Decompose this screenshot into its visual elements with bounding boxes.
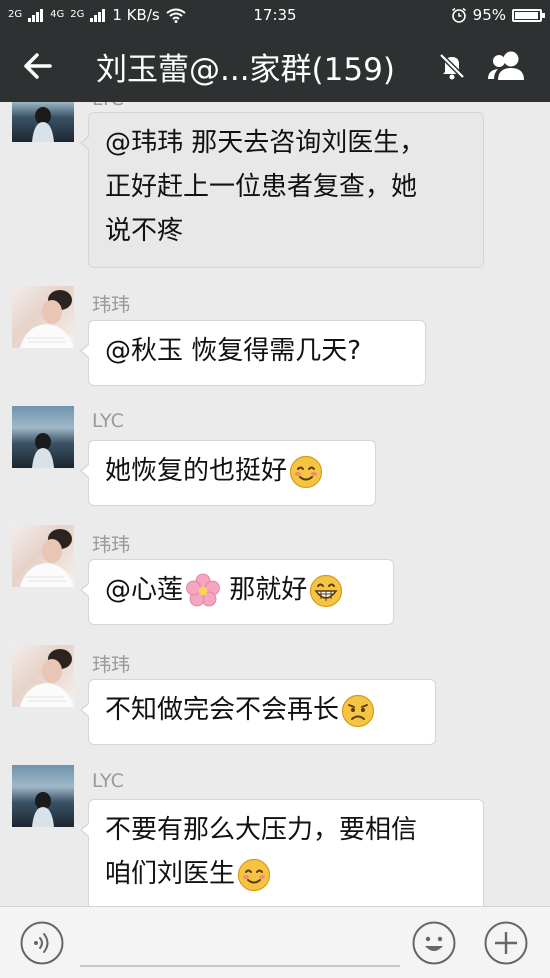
sender-name: 玮玮 (92, 294, 131, 316)
message-line: 她恢复的也挺好 (105, 456, 288, 486)
alarm-icon (451, 7, 466, 23)
voice-button[interactable] (20, 921, 64, 965)
more-button[interactable] (484, 921, 528, 965)
arrow-left-icon (24, 53, 52, 79)
avatar[interactable] (12, 406, 74, 468)
sender-name: LYC (92, 102, 124, 110)
emoji-icon (412, 921, 456, 965)
flower-emoji-icon (186, 573, 220, 606)
voice-icon (20, 921, 64, 965)
message-bubble[interactable]: @心莲 那就好 (80, 559, 394, 625)
avatar[interactable] (12, 645, 74, 707)
message-line: 不要有那么大压力，要相信 (105, 815, 418, 845)
smile-emoji-icon (289, 455, 323, 488)
message-line: 正好赶上一位患者复查，她 (105, 172, 418, 202)
back-button[interactable] (18, 46, 58, 86)
status-right: 95% (451, 6, 545, 24)
avatar-photo-icon (32, 107, 54, 142)
battery-percent: 95% (472, 6, 506, 24)
avatar-photo-icon (32, 792, 54, 827)
message-bubble[interactable]: 不要有那么大压力，要相信 咱们刘医生 (80, 799, 484, 906)
avatar-photo-icon (32, 433, 54, 468)
plus-icon (484, 921, 528, 965)
message-bubble[interactable]: 她恢复的也挺好 (80, 440, 376, 506)
message-bubble[interactable]: 不知做完会不会再长 (80, 679, 436, 745)
status-bar: 2G 4G 2G 1 KB/s 17:35 95% (0, 0, 550, 30)
avatar[interactable] (12, 525, 74, 587)
avatar[interactable] (12, 765, 74, 827)
sender-name: LYC (92, 410, 124, 432)
sender-name: 玮玮 (92, 534, 131, 556)
message-list[interactable]: LYC @玮玮 那天去咨询刘医生， 正好赶上一位患者复查，她 说不疼 玮玮 @秋… (0, 102, 550, 906)
message-line: @玮玮 那天去咨询刘医生， (105, 128, 426, 158)
message-line: 不知做完会不会再长 (105, 695, 340, 725)
avatar[interactable] (12, 286, 74, 348)
grin-emoji-icon (310, 574, 343, 607)
chat-header: 刘玉蕾@...家群(159) (0, 30, 550, 102)
avatar-photo-icon (20, 649, 74, 707)
group-members-button[interactable] (484, 46, 530, 86)
message-line: 那就好 (221, 575, 308, 605)
group-members-icon (488, 51, 524, 80)
sad-emoji-icon (341, 694, 375, 727)
mute-indicator (434, 48, 470, 84)
chat-title: 刘玉蕾@...家群(159) (96, 52, 395, 88)
avatar-photo-icon (20, 290, 74, 348)
battery-fill (515, 11, 538, 19)
smile-emoji-icon (237, 858, 271, 891)
emoji-button[interactable] (412, 921, 456, 965)
message-line: 咱们刘医生 (105, 859, 236, 889)
message-line: 说不疼 (105, 216, 184, 246)
battery-icon (512, 8, 545, 22)
message-line: @秋玉 恢复得需几天? (105, 336, 362, 366)
message-bubble[interactable]: @玮玮 那天去咨询刘医生， 正好赶上一位患者复查，她 说不疼 (80, 112, 484, 268)
sender-name: LYC (92, 770, 124, 792)
bell-muted-icon (439, 53, 465, 80)
avatar[interactable] (12, 102, 74, 142)
sender-name: 玮玮 (92, 654, 131, 676)
message-input[interactable] (80, 965, 400, 967)
input-bar (0, 906, 550, 978)
avatar-photo-icon (20, 529, 74, 587)
message-bubble[interactable]: @秋玉 恢复得需几天? (80, 320, 426, 386)
message-line: @心莲 (105, 575, 184, 605)
